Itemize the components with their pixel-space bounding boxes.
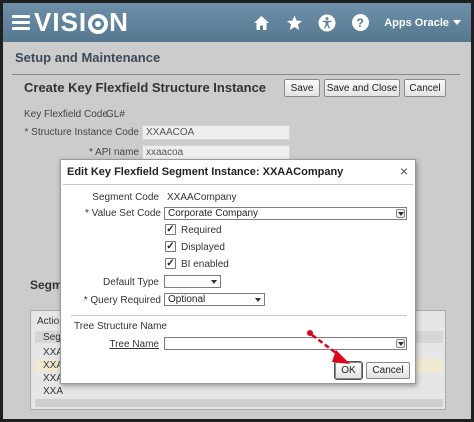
favorites-star-icon[interactable] [285, 14, 303, 32]
chevron-down-icon[interactable] [396, 209, 405, 218]
user-name: Apps Oracle [384, 16, 449, 29]
accessibility-icon[interactable] [318, 14, 336, 32]
chevron-down-icon [453, 20, 461, 25]
dialog-section-divider [71, 315, 407, 316]
annotation-arrow-icon [307, 330, 350, 364]
global-header: VISI N ? Apps Oracle [3, 3, 471, 42]
tree-structure-name-label: Tree Structure Name [74, 321, 167, 332]
structure-instance-code-field[interactable]: XXAACOA [142, 125, 290, 140]
kff-code-value: GL# [106, 109, 125, 120]
required-checkbox[interactable]: ✓ [165, 224, 176, 235]
chevron-down-icon [255, 298, 261, 302]
tree-name-label: Tree Name [109, 339, 159, 350]
displayed-label: Displayed [181, 242, 225, 253]
api-name-label: * API name [88, 147, 139, 158]
query-required-select[interactable]: Optional [164, 293, 265, 306]
displayed-checkbox[interactable]: ✓ [165, 241, 176, 252]
page-title: Create Key Flexfield Structure Instance [24, 80, 267, 95]
save-button[interactable]: Save [284, 79, 320, 97]
menu-icon[interactable] [12, 12, 30, 33]
horizontal-scrollbar[interactable] [35, 399, 443, 407]
kff-code-label: Key Flexfield Code [24, 109, 108, 120]
query-required-label: * Query Required [83, 295, 161, 306]
value-set-code-value: Corporate Company [168, 208, 259, 219]
required-label: Required [181, 225, 222, 236]
edit-segment-dialog: Edit Key Flexfield Segment Instance: XXA… [60, 159, 416, 384]
section-title: Setup and Maintenance [15, 50, 161, 65]
chevron-down-icon[interactable] [396, 339, 405, 348]
default-type-select[interactable] [164, 275, 221, 288]
section-divider [12, 74, 460, 75]
default-type-label: Default Type [103, 277, 159, 288]
home-icon[interactable] [252, 14, 270, 32]
help-glyph: ? [351, 14, 369, 31]
api-name-field[interactable]: xxaacoa [142, 145, 290, 160]
query-required-value: Optional [168, 294, 206, 305]
bi-enabled-checkbox[interactable]: ✓ [165, 258, 176, 269]
close-icon[interactable]: × [400, 163, 408, 179]
value-set-code-select[interactable]: Corporate Company [164, 207, 407, 220]
help-icon[interactable]: ? [351, 14, 369, 32]
tree-name-select[interactable] [164, 337, 407, 350]
value-set-code-label: * Value Set Code [85, 208, 161, 219]
segment-code-label: Segment Code [92, 192, 159, 203]
vision-logo: VISI N [34, 7, 129, 37]
cancel-button[interactable]: Cancel [404, 79, 446, 97]
save-and-close-button[interactable]: Save and Close [324, 79, 400, 97]
column-header-segment: Seg [43, 332, 61, 343]
structure-instance-code-label: * Structure Instance Code [24, 127, 139, 138]
dialog-cancel-button[interactable]: Cancel [366, 362, 410, 379]
dialog-title-divider [63, 184, 413, 185]
user-menu[interactable]: Apps Oracle [384, 17, 461, 29]
chevron-down-icon [211, 280, 217, 284]
bi-enabled-label: BI enabled [181, 259, 229, 270]
table-row[interactable]: XXA [43, 386, 63, 397]
dialog-title: Edit Key Flexfield Segment Instance: XXA… [67, 166, 344, 178]
segment-code-value: XXAACompany [167, 192, 237, 203]
